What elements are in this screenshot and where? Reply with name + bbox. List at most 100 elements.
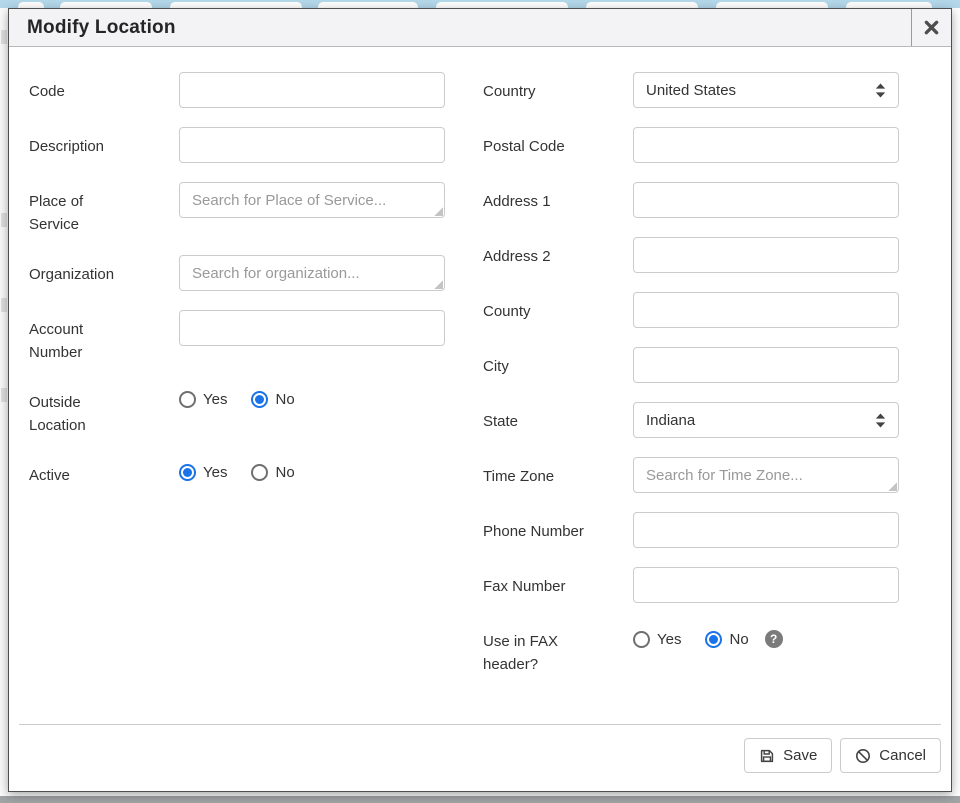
outside-location-control: Yes No xyxy=(179,383,445,408)
city-input-wrap xyxy=(633,347,899,383)
close-button[interactable] xyxy=(911,9,951,46)
phone-number-label: Phone Number xyxy=(483,512,633,543)
use-in-fax-header-radio-no[interactable]: No xyxy=(705,631,748,648)
form-row-country: CountryUnited States xyxy=(483,72,899,108)
form-row-fax-number: Fax Number xyxy=(483,567,899,603)
background-page-edge xyxy=(0,8,8,796)
help-icon[interactable] xyxy=(765,630,783,648)
county-input[interactable] xyxy=(633,292,899,328)
code-input-wrap xyxy=(179,72,445,108)
city-input[interactable] xyxy=(633,347,899,383)
county-label: County xyxy=(483,292,633,323)
active-radio-no[interactable]: No xyxy=(251,464,294,481)
description-label: Description xyxy=(29,127,179,158)
time-zone-input-wrap xyxy=(633,457,899,493)
postal-code-label: Postal Code xyxy=(483,127,633,158)
state-select[interactable]: Indiana xyxy=(633,402,899,438)
form-row-postal-code: Postal Code xyxy=(483,127,899,163)
outside-location-radio-yes[interactable]: Yes xyxy=(179,391,227,408)
form-row-organization: Organization xyxy=(29,255,445,291)
code-control xyxy=(179,72,445,108)
form-row-active: ActiveYesNo xyxy=(29,456,445,487)
postal-code-control xyxy=(633,127,899,163)
form-row-county: County xyxy=(483,292,899,328)
time-zone-control xyxy=(633,457,899,493)
save-button[interactable]: Save xyxy=(744,738,832,773)
city-label: City xyxy=(483,347,633,378)
address-2-input[interactable] xyxy=(633,237,899,273)
modal-body: Code Description Place of Service Organizat… xyxy=(9,47,951,724)
fax-number-label: Fax Number xyxy=(483,567,633,598)
use-in-fax-header-label: Use in FAX header? xyxy=(483,622,633,676)
organization-control xyxy=(179,255,445,291)
active-radio-no-label: No xyxy=(275,464,294,481)
form-row-use-in-fax-header: Use in FAX header?Yes No xyxy=(483,622,899,676)
save-button-label: Save xyxy=(783,747,817,764)
phone-number-input[interactable] xyxy=(633,512,899,548)
form-row-state: State Indiana xyxy=(483,402,899,438)
address-1-label: Address 1 xyxy=(483,182,633,213)
ban-icon xyxy=(855,748,871,764)
radio-checked-icon xyxy=(705,631,722,648)
radio-unchecked-icon xyxy=(179,391,196,408)
address-1-input[interactable] xyxy=(633,182,899,218)
country-control: United States xyxy=(633,72,899,108)
modal-title: Modify Location xyxy=(9,9,911,46)
modify-location-modal: Modify Location Code Description Place of … xyxy=(8,8,952,792)
place-of-service-input[interactable] xyxy=(179,182,445,218)
place-of-service-input-wrap xyxy=(179,182,445,218)
form-row-code: Code xyxy=(29,72,445,108)
outside-location-radio-no[interactable]: No xyxy=(251,391,294,408)
active-control: Yes No xyxy=(179,456,445,481)
save-icon xyxy=(759,748,775,764)
radio-checked-icon xyxy=(179,464,196,481)
place-of-service-label: Place of Service xyxy=(29,182,179,236)
account-number-input-wrap xyxy=(179,310,445,346)
state-label: State xyxy=(483,402,633,433)
fax-number-control xyxy=(633,567,899,603)
radio-unchecked-icon xyxy=(251,464,268,481)
form-column-right: CountryUnited StatesPostal CodeAddress 1… xyxy=(483,72,899,724)
cancel-button[interactable]: Cancel xyxy=(840,738,941,773)
account-number-input[interactable] xyxy=(179,310,445,346)
form-row-outside-location: Outside Location Yes No xyxy=(29,383,445,437)
active-radio-yes-label: Yes xyxy=(203,464,227,481)
place-of-service-control xyxy=(179,182,445,218)
active-radio-group: Yes No xyxy=(179,456,445,481)
outside-location-radio-no-label: No xyxy=(275,391,294,408)
description-control xyxy=(179,127,445,163)
county-control xyxy=(633,292,899,328)
code-input[interactable] xyxy=(179,72,445,108)
form-row-place-of-service: Place of Service xyxy=(29,182,445,236)
phone-number-control xyxy=(633,512,899,548)
state-select-value: Indiana xyxy=(646,412,695,429)
description-input[interactable] xyxy=(179,127,445,163)
address-1-input-wrap xyxy=(633,182,899,218)
form-row-phone-number: Phone Number xyxy=(483,512,899,548)
form-row-description: Description xyxy=(29,127,445,163)
form-row-account-number: Account Number xyxy=(29,310,445,364)
country-select[interactable]: United States xyxy=(633,72,899,108)
fax-number-input-wrap xyxy=(633,567,899,603)
modal-header: Modify Location xyxy=(9,9,951,47)
active-radio-yes[interactable]: Yes xyxy=(179,464,227,481)
address-2-label: Address 2 xyxy=(483,237,633,268)
postal-code-input-wrap xyxy=(633,127,899,163)
country-label: Country xyxy=(483,72,633,103)
postal-code-input[interactable] xyxy=(633,127,899,163)
outside-location-radio-yes-label: Yes xyxy=(203,391,227,408)
time-zone-input[interactable] xyxy=(633,457,899,493)
cancel-button-label: Cancel xyxy=(879,747,926,764)
organization-input-wrap xyxy=(179,255,445,291)
description-input-wrap xyxy=(179,127,445,163)
organization-input[interactable] xyxy=(179,255,445,291)
form-row-city: City xyxy=(483,347,899,383)
fax-number-input[interactable] xyxy=(633,567,899,603)
use-in-fax-header-radio-group: Yes No xyxy=(633,622,899,648)
unfold-icon xyxy=(875,413,886,428)
use-in-fax-header-radio-yes[interactable]: Yes xyxy=(633,631,681,648)
radio-checked-icon xyxy=(251,391,268,408)
code-label: Code xyxy=(29,72,179,103)
radio-unchecked-icon xyxy=(633,631,650,648)
outside-location-label: Outside Location xyxy=(29,383,179,437)
